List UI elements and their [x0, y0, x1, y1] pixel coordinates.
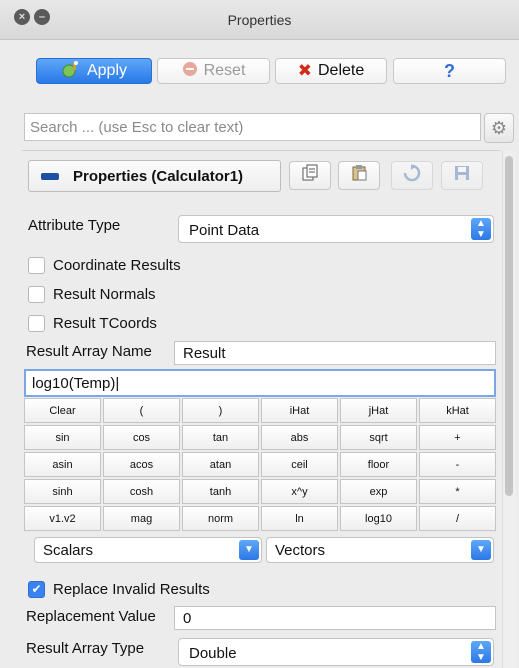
- properties-panel-header[interactable]: Properties (Calculator1): [28, 160, 281, 192]
- replacement-value-input[interactable]: 0: [174, 606, 496, 630]
- attribute-type-label: Attribute Type: [28, 217, 121, 234]
- scalars-select[interactable]: Scalars ▼: [34, 537, 262, 563]
- calculator-key[interactable]: jHat: [340, 398, 417, 423]
- delete-icon: ✖: [297, 61, 312, 80]
- coordinate-results-label: Coordinate Results: [53, 256, 181, 274]
- apply-icon: [61, 60, 81, 83]
- result-tcoords-label: Result TCoords: [53, 314, 157, 332]
- copy-button[interactable]: [289, 161, 331, 190]
- result-normals-label: Result Normals: [53, 285, 156, 303]
- calculator-key[interactable]: iHat: [261, 398, 338, 423]
- search-input[interactable]: Search ... (use Esc to clear text): [24, 113, 481, 141]
- calculator-key[interactable]: /: [419, 506, 496, 531]
- refresh-icon: [403, 164, 421, 187]
- chevron-down-icon: ▼: [471, 540, 491, 560]
- expression-input[interactable]: log10(Temp)|: [24, 369, 496, 397]
- text-cursor: |: [115, 375, 120, 392]
- replace-invalid-results-label: Replace Invalid Results: [53, 580, 210, 598]
- scalars-value: Scalars: [43, 542, 94, 559]
- calculator-key[interactable]: mag: [103, 506, 180, 531]
- result-array-name-input[interactable]: Result: [174, 341, 496, 365]
- result-normals-checkbox[interactable]: Result Normals: [28, 283, 156, 305]
- calculator-key[interactable]: v1.v2: [24, 506, 101, 531]
- result-tcoords-checkbox[interactable]: Result TCoords: [28, 312, 157, 334]
- replace-invalid-results-checkbox[interactable]: ✔ Replace Invalid Results: [28, 578, 210, 600]
- updown-chevron-icon: ▲ ▼: [471, 641, 491, 663]
- vectors-select[interactable]: Vectors ▼: [266, 537, 494, 563]
- calculator-key[interactable]: acos: [103, 452, 180, 477]
- calculator-key[interactable]: tanh: [182, 479, 259, 504]
- checkbox-box[interactable]: [28, 285, 45, 303]
- checkmark-icon[interactable]: ✔: [28, 580, 45, 598]
- save-defaults-button[interactable]: [441, 161, 483, 190]
- result-array-type-select[interactable]: Double ▲ ▼: [178, 638, 494, 666]
- calculator-key[interactable]: asin: [24, 452, 101, 477]
- expression-value: log10(Temp): [32, 375, 116, 392]
- attribute-type-value: Point Data: [189, 222, 260, 239]
- calculator-key[interactable]: ): [182, 398, 259, 423]
- calculator-key[interactable]: log10: [340, 506, 417, 531]
- chevron-down-icon: ▼: [239, 540, 259, 560]
- reset-label: Reset: [203, 62, 246, 79]
- checkbox-box[interactable]: [28, 314, 45, 332]
- paste-button[interactable]: [338, 161, 380, 190]
- result-array-type-label: Result Array Type: [26, 640, 145, 657]
- calculator-key[interactable]: ln: [261, 506, 338, 531]
- calculator-key[interactable]: x^y: [261, 479, 338, 504]
- calculator-key[interactable]: cosh: [103, 479, 180, 504]
- calculator-key[interactable]: (: [103, 398, 180, 423]
- calculator-key[interactable]: cos: [103, 425, 180, 450]
- help-button[interactable]: ?: [393, 58, 506, 84]
- coordinate-results-checkbox[interactable]: Coordinate Results: [28, 254, 181, 276]
- restore-defaults-button[interactable]: [391, 161, 433, 190]
- paste-icon: [350, 164, 368, 187]
- vectors-value: Vectors: [275, 542, 326, 559]
- calculator-key[interactable]: sqrt: [340, 425, 417, 450]
- calculator-key[interactable]: floor: [340, 452, 417, 477]
- collapse-icon[interactable]: [41, 172, 59, 180]
- attribute-type-select[interactable]: Point Data ▲ ▼: [178, 215, 494, 243]
- panel-title: Properties (Calculator1): [73, 167, 244, 185]
- calculator-key[interactable]: Clear: [24, 398, 101, 423]
- gear-icon[interactable]: ⚙: [484, 113, 514, 143]
- calculator-key[interactable]: tan: [182, 425, 259, 450]
- calculator-key[interactable]: atan: [182, 452, 259, 477]
- copy-icon: [301, 164, 319, 187]
- calculator-key[interactable]: kHat: [419, 398, 496, 423]
- calculator-key[interactable]: *: [419, 479, 496, 504]
- title-bar: × – Properties: [0, 0, 519, 40]
- updown-chevron-icon: ▲ ▼: [471, 218, 491, 240]
- calculator-key[interactable]: abs: [261, 425, 338, 450]
- calculator-key[interactable]: exp: [340, 479, 417, 504]
- apply-label: Apply: [86, 62, 128, 79]
- result-array-type-value: Double: [189, 645, 237, 662]
- calculator-key[interactable]: sin: [24, 425, 101, 450]
- scrollbar-thumb[interactable]: [505, 156, 513, 496]
- window-title: Properties: [227, 12, 292, 28]
- divider: [22, 150, 500, 151]
- reset-button[interactable]: Reset: [157, 58, 270, 84]
- calculator-key[interactable]: ceil: [261, 452, 338, 477]
- replacement-value-label: Replacement Value: [26, 608, 156, 625]
- delete-label: Delete: [318, 62, 365, 79]
- save-icon: [454, 165, 470, 186]
- calculator-key[interactable]: -: [419, 452, 496, 477]
- delete-button[interactable]: ✖ Delete: [275, 58, 387, 84]
- calculator-key[interactable]: +: [419, 425, 496, 450]
- result-array-name-label: Result Array Name: [26, 343, 152, 360]
- calculator-key[interactable]: sinh: [24, 479, 101, 504]
- calculator-key[interactable]: norm: [182, 506, 259, 531]
- apply-button[interactable]: Apply: [36, 58, 152, 84]
- checkbox-box[interactable]: [28, 256, 45, 274]
- calculator-keypad: Clear() iHat jHat kHat sin cos tan abs sqrt + asin…: [24, 398, 496, 531]
- help-icon: ?: [444, 60, 455, 81]
- reset-icon: [182, 61, 198, 82]
